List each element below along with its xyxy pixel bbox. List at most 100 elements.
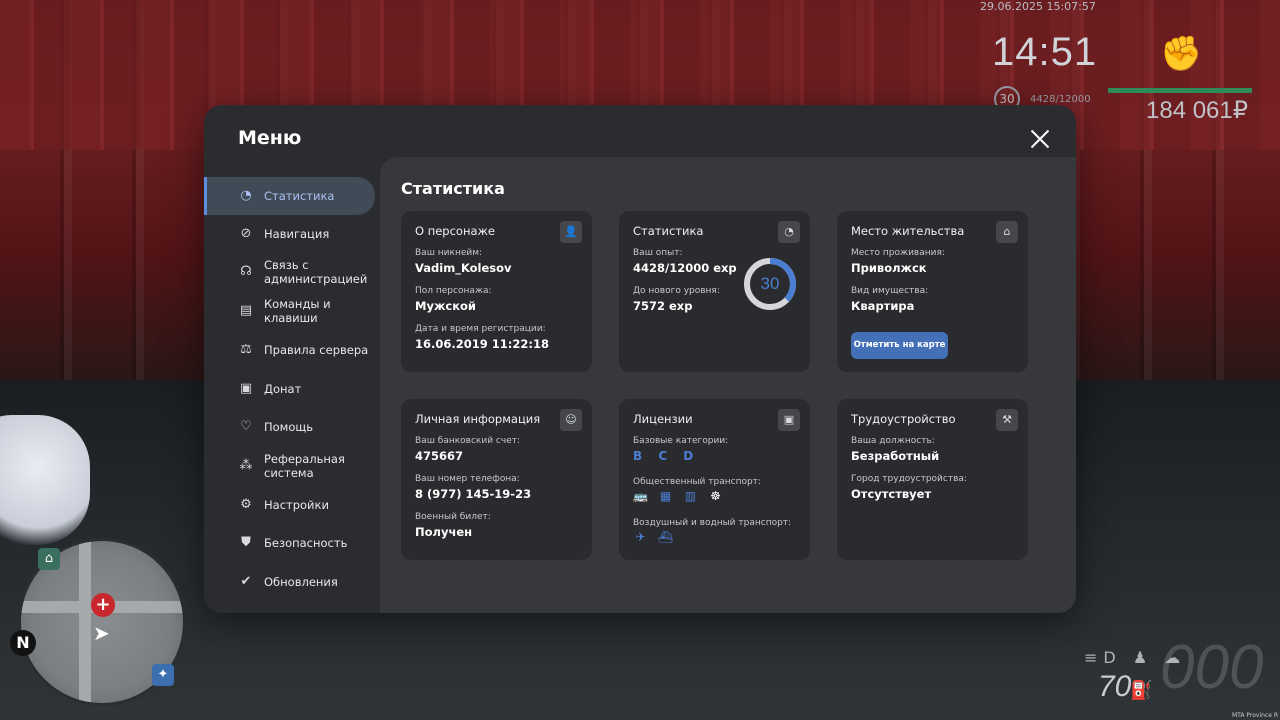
pie-chart-icon: ◔: [240, 188, 252, 203]
sidebar-item-navigation[interactable]: ⊘ Навигация: [204, 215, 375, 253]
sidebar-item-contact-admin[interactable]: ☊ Связь с администрацией: [204, 253, 375, 291]
base-categories-value: B C D: [633, 449, 700, 463]
phone-value: 8 (977) 145-19-23: [415, 487, 532, 501]
headset-icon: ☊: [240, 264, 252, 279]
sidebar-item-statistics[interactable]: ◔ Статистика: [204, 177, 375, 215]
sidebar-item-label: Правила сервера: [264, 343, 369, 357]
hospital-icon: +: [91, 593, 115, 617]
user-icon: 👤: [560, 221, 582, 243]
sidebar-item-security[interactable]: ⛊ Безопасность: [204, 524, 375, 562]
minimap-road: [79, 541, 91, 703]
scales-icon: ⚖: [240, 342, 252, 357]
sidebar-item-rules[interactable]: ⚖ Правила сервера: [204, 331, 375, 369]
position-value: Безработный: [851, 449, 940, 463]
sidebar-item-label: Безопасность: [264, 536, 348, 550]
compass-icon: ⊘: [240, 226, 252, 241]
trolleybus-icon: ▦: [659, 489, 672, 503]
air-water-transport-label: Воздушный и водный транспорт:: [633, 518, 792, 528]
sidebar-item-label: Команды и клавиши: [264, 297, 331, 325]
plane-icon: ✈: [635, 530, 646, 544]
page-title: Статистика: [401, 179, 505, 198]
sidebar-item-label: Реферальная система: [264, 452, 345, 480]
menu-sidebar: ◔ Статистика ⊘ Навигация ☊ Связь с админ…: [204, 175, 380, 613]
registration-value: 16.06.2019 11:22:18: [415, 337, 549, 351]
public-transport-label: Общественный транспорт:: [633, 477, 761, 487]
house-icon: ⌂: [996, 221, 1018, 243]
sidebar-item-help[interactable]: ♡ Помощь: [204, 408, 375, 446]
public-transport-icons: 🚌 ▦ ▥ ☸: [633, 489, 723, 504]
sidebar-item-label: Обновления: [264, 575, 338, 589]
card-title: О персонаже: [415, 224, 495, 238]
residence-label: Место проживания:: [851, 248, 945, 258]
job-marker-icon: ✦: [152, 664, 174, 686]
garage-icon: ⌂: [38, 548, 60, 570]
north-indicator: N: [10, 630, 36, 656]
card-title: Трудоустройство: [851, 412, 956, 426]
residence-value: Приволжск: [851, 261, 927, 275]
property-value: Квартира: [851, 299, 915, 313]
bank-label: Ваш банковский счет:: [415, 436, 521, 446]
military-value: Получен: [415, 525, 473, 539]
sidebar-item-label: Помощь: [264, 420, 314, 434]
statistics-card: Статистика ◔ Ваш опыт: 4428/12000 exp До…: [619, 211, 810, 372]
sidebar-item-label: Связь с администрацией: [264, 258, 368, 286]
boat-icon: ⛴: [658, 530, 674, 544]
sidebar-item-label: Статистика: [264, 189, 335, 203]
user-circle-icon: ☺: [560, 409, 582, 431]
mark-on-map-button[interactable]: Отметить на карте: [851, 332, 948, 359]
clock-chart-icon: ◔: [778, 221, 800, 243]
registration-label: Дата и время регистрации:: [415, 324, 546, 334]
employment-card: Трудоустройство ⚒ Ваша должность: Безраб…: [837, 399, 1028, 560]
character-card: О персонаже 👤 Ваш никнейм: Vadim_Kolesov…: [401, 211, 592, 372]
menu-title: Меню: [238, 127, 302, 149]
sidebar-item-label: Настройки: [264, 498, 329, 512]
player-arrow-icon: ➤: [93, 621, 110, 645]
bus-icon: 🚌: [633, 489, 648, 503]
nickname-value: Vadim_Kolesov: [415, 261, 512, 275]
card-title: Статистика: [633, 224, 704, 238]
tram-icon: ▥: [684, 489, 697, 503]
hud-money: 184 061₽: [1146, 97, 1249, 124]
next-level-label: До нового уровня:: [633, 286, 720, 296]
employment-city-label: Город трудоустройства:: [851, 474, 967, 484]
bank-value: 475667: [415, 449, 464, 463]
position-label: Ваша должность:: [851, 436, 935, 446]
handshake-icon: ♡: [240, 419, 252, 434]
wallet-icon: ▣: [239, 381, 253, 396]
sidebar-item-donate[interactable]: ▣ Донат: [204, 370, 375, 408]
air-water-transport-icons: ✈ ⛴: [633, 530, 673, 545]
military-label: Военный билет:: [415, 512, 491, 522]
level-number: 30: [760, 274, 780, 293]
health-bar: [1108, 88, 1252, 93]
licenses-card: Лицензии ▣ Базовые категории: B C D Обще…: [619, 399, 810, 560]
exp-label: Ваш опыт:: [633, 248, 683, 258]
fuel-pump-icon: ⛽: [1130, 680, 1153, 701]
metro-icon: ☸: [710, 489, 721, 503]
sidebar-item-label: Донат: [264, 382, 302, 396]
card-title: Место жительства: [851, 224, 965, 238]
hud-exp: 4428/12000: [1030, 94, 1091, 105]
property-label: Вид имущества:: [851, 286, 929, 296]
next-level-value: 7572 exp: [633, 299, 693, 313]
close-icon[interactable]: [1028, 127, 1052, 151]
sidebar-item-commands[interactable]: ▤ Команды и клавиши: [204, 292, 375, 330]
refresh-check-icon: ✔: [240, 574, 252, 589]
id-card-icon: ▣: [778, 409, 800, 431]
document-icon: ▤: [239, 303, 253, 318]
residence-card: Место жительства ⌂ Место проживания: При…: [837, 211, 1028, 372]
background-car: [0, 415, 90, 545]
hud-clock: 14:51: [992, 30, 1098, 74]
sidebar-item-referral[interactable]: ⁂ Реферальная система: [204, 447, 375, 485]
fist-icon: ✊: [1160, 34, 1203, 74]
sidebar-item-settings[interactable]: ⚙ Настройки: [204, 486, 375, 524]
gender-value: Мужской: [415, 299, 476, 313]
sidebar-item-updates[interactable]: ✔ Обновления: [204, 563, 375, 601]
gear-icon: ⚙: [240, 497, 252, 512]
personal-info-card: Личная информация ☺ Ваш банковский счет:…: [401, 399, 592, 560]
speed-digits: 000: [1160, 633, 1264, 702]
exp-value: 4428/12000 exp: [633, 261, 737, 275]
employment-city-value: Отсутствует: [851, 487, 932, 501]
nickname-label: Ваш никнейм:: [415, 248, 483, 258]
stats-panel: Статистика О персонаже 👤 Ваш никнейм: Va…: [380, 157, 1076, 613]
pickaxe-icon: ⚒: [996, 409, 1018, 431]
